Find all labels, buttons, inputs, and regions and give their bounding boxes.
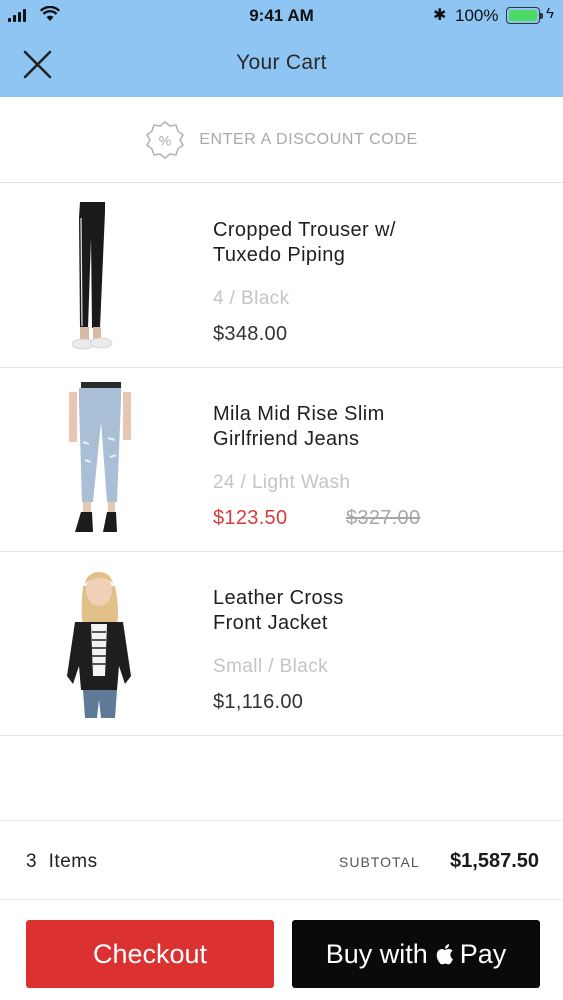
item-sale-price: $123.50 xyxy=(213,507,288,529)
item-name: Mila Mid Rise Slim Girlfriend Jeans xyxy=(213,403,385,450)
bluetooth-icon: ✱ xyxy=(433,7,447,24)
product-image-jacket xyxy=(55,566,165,722)
top-bar: 9:41 AM ✱ 100% ϟ Your Cart xyxy=(0,0,563,97)
battery-icon xyxy=(506,7,543,24)
cart-item[interactable]: Leather Cross Front Jacket Small / Black… xyxy=(0,552,563,736)
item-name: Cropped Trouser w/ Tuxedo Piping xyxy=(213,219,396,266)
svg-text:%: % xyxy=(159,132,171,148)
product-image-jeans xyxy=(55,382,165,538)
item-price: $348.00 xyxy=(213,323,288,345)
item-count: 3 Items xyxy=(26,851,98,872)
item-price: $1,116.00 xyxy=(213,691,304,713)
subtotal-value: $1,587.50 xyxy=(450,850,539,872)
apple-pay-prefix: Buy with xyxy=(325,938,428,969)
status-bar: 9:41 AM ✱ 100% ϟ xyxy=(0,0,563,32)
cart-item[interactable]: Cropped Trouser w/ Tuxedo Piping 4 / Bla… xyxy=(0,184,563,368)
charging-icon: ϟ xyxy=(546,5,554,22)
apple-pay-suffix: Pay xyxy=(459,938,507,969)
checkout-button[interactable]: Checkout xyxy=(26,920,274,988)
discount-code-button[interactable]: % ENTER A DISCOUNT CODE xyxy=(0,97,563,183)
discount-label: ENTER A DISCOUNT CODE xyxy=(199,130,418,148)
apple-pay-button[interactable]: Buy with Pay xyxy=(292,920,540,988)
item-original-price: $327.00 xyxy=(346,507,421,529)
item-variant: 4 / Black xyxy=(213,288,290,309)
checkout-label: Checkout xyxy=(92,938,208,969)
cart-item[interactable]: Mila Mid Rise Slim Girlfriend Jeans 24 /… xyxy=(0,368,563,552)
cart-summary: 3 Items SUBTOTAL $1,587.50 xyxy=(0,820,563,900)
product-image-trouser xyxy=(55,198,165,354)
page-title: Your Cart xyxy=(236,51,327,74)
item-name: Leather Cross Front Jacket xyxy=(213,587,344,634)
item-variant: 24 / Light Wash xyxy=(213,472,351,493)
percent-badge-icon: % xyxy=(146,120,185,159)
subtotal-label: SUBTOTAL xyxy=(339,854,420,870)
battery-percent: 100% xyxy=(455,6,499,25)
item-variant: Small / Black xyxy=(213,656,329,677)
apple-logo-icon xyxy=(436,944,453,965)
